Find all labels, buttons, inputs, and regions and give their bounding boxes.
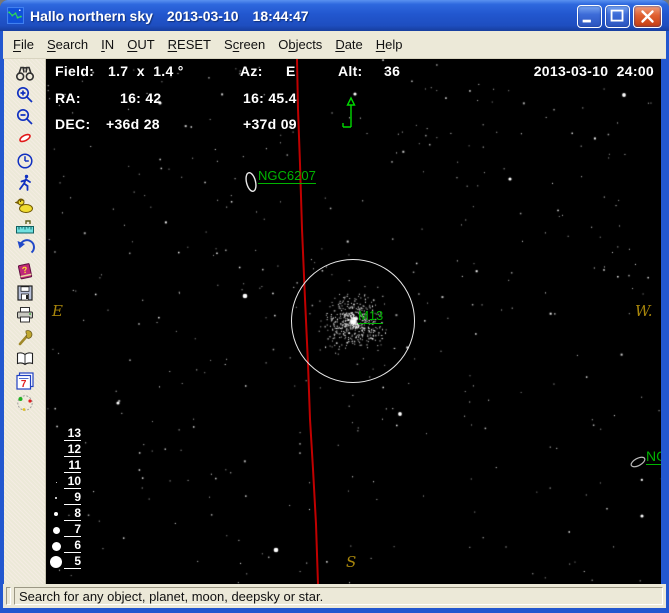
magnitude-dot xyxy=(48,556,64,568)
magnitude-value: 12 xyxy=(64,443,81,457)
zoom-in-icon xyxy=(16,86,33,103)
toolbar-button-save[interactable] xyxy=(11,282,39,304)
magnitude-value: 7 xyxy=(64,523,81,537)
magnitude-dot xyxy=(48,541,64,551)
dec-value-2: +37d 09 xyxy=(243,116,297,132)
red-ellipse-icon xyxy=(18,133,31,143)
field-value: 1.7 x 1.4 ° xyxy=(108,63,184,79)
window-title: Hallo northern sky 2013-03-10 18:44:47 xyxy=(30,7,309,24)
zoom-out-icon xyxy=(16,108,33,125)
maximize-button[interactable] xyxy=(605,5,630,28)
status-grip xyxy=(6,587,11,605)
clock-icon xyxy=(16,153,33,169)
magnitude-value: 8 xyxy=(64,507,81,521)
status-bar: Search for any object, planet, moon, dee… xyxy=(3,584,666,608)
object-label-ngc6207[interactable]: NGC6207 xyxy=(258,169,316,184)
magnitude-row-5: 5 xyxy=(48,554,81,570)
datetime-value: 2013-03-10 24:00 xyxy=(533,63,654,79)
magnitude-value: 6 xyxy=(64,539,81,553)
running-man-icon xyxy=(18,174,31,191)
magnitude-value: 5 xyxy=(64,555,81,569)
magnitude-scale: 13 12 11 10 9 8 7 6 5 xyxy=(48,426,81,570)
open-book-icon xyxy=(16,352,33,366)
toolbar-button-zoom-out[interactable] xyxy=(11,106,39,128)
field-label: Field: xyxy=(55,63,95,79)
toolbar: ? 7 xyxy=(4,59,46,584)
menu-reset[interactable]: RESET xyxy=(168,37,211,52)
svg-text:7: 7 xyxy=(20,379,26,390)
undo-icon xyxy=(17,239,35,254)
duck-icon xyxy=(14,198,33,213)
magnitude-dot xyxy=(48,512,64,516)
object-label-m13[interactable]: M13 xyxy=(358,309,384,324)
magnitude-row-12: 12 xyxy=(48,442,81,458)
status-message: Search for any object, planet, moon, dee… xyxy=(14,587,663,605)
close-button[interactable] xyxy=(633,5,662,28)
menu-in[interactable]: IN xyxy=(101,37,114,52)
magnitude-dot xyxy=(48,526,64,534)
calendar-icon: 7 xyxy=(15,372,34,390)
menu-out[interactable]: OUT xyxy=(127,37,154,52)
altitude-value: 36 xyxy=(384,63,401,79)
ra-label: RA: xyxy=(55,90,81,106)
toolbar-button-undo[interactable] xyxy=(11,238,39,260)
save-icon xyxy=(16,285,33,301)
magnitude-dot xyxy=(48,481,64,483)
magnitude-row-6: 6 xyxy=(48,538,81,554)
toolbar-button-clock[interactable] xyxy=(11,150,39,172)
window-buttons xyxy=(577,5,662,28)
menu-search[interactable]: Search xyxy=(47,37,88,52)
ra-value-1: 16: 42 xyxy=(120,90,162,106)
menu-help[interactable]: Help xyxy=(376,37,403,52)
status-text: Search for any object, planet, moon, dee… xyxy=(19,588,324,604)
menu-date[interactable]: Date xyxy=(335,37,362,52)
ra-value-2: 16: 45.4 xyxy=(243,90,297,106)
title-bar[interactable]: Hallo northern sky 2013-03-10 18:44:47 xyxy=(0,0,669,31)
magnitude-value: 13 xyxy=(64,427,81,441)
toolbar-button-duck[interactable] xyxy=(11,194,39,216)
app-window: Hallo northern sky 2013-03-10 18:44:47 Fil… xyxy=(0,0,669,613)
magnitude-dot xyxy=(48,497,64,499)
magnitude-row-9: 9 xyxy=(48,490,81,506)
object-label-ng-partial[interactable]: NG xyxy=(646,449,661,465)
toolbar-button-planet-orbit[interactable] xyxy=(11,392,39,414)
toolbar-button-zoom-in[interactable] xyxy=(11,84,39,106)
print-icon xyxy=(16,307,33,323)
wrench-icon xyxy=(18,330,32,346)
dec-value-1: +36d 28 xyxy=(106,116,160,132)
minimize-button[interactable] xyxy=(577,5,602,28)
menu-objects[interactable]: Objects xyxy=(278,37,322,52)
help-book-icon: ? xyxy=(17,263,32,280)
toolbar-button-help-book[interactable]: ? xyxy=(11,260,39,282)
altitude-label: Alt: xyxy=(338,63,363,79)
binoculars-icon xyxy=(15,66,34,81)
toolbar-button-running-man[interactable] xyxy=(11,172,39,194)
toolbar-button-calendar[interactable]: 7 xyxy=(11,370,39,392)
magnitude-row-8: 8 xyxy=(48,506,81,522)
azimuth-label: Az: xyxy=(240,63,263,79)
magnitude-value: 9 xyxy=(64,491,81,505)
menu-file[interactable]: File xyxy=(13,37,34,52)
app-icon xyxy=(7,7,24,24)
toolbar-button-wrench[interactable] xyxy=(11,326,39,348)
azimuth-value: E xyxy=(286,63,296,79)
toolbar-button-red-ellipse[interactable] xyxy=(11,128,39,150)
toolbar-button-open-book[interactable] xyxy=(11,348,39,370)
magnitude-row-10: 10 xyxy=(48,474,81,490)
magnitude-value: 10 xyxy=(64,475,81,489)
menu-bar: File Search IN OUT RESET Screen Objects Date Hel… xyxy=(3,31,666,59)
menu-screen[interactable]: Screen xyxy=(224,37,265,52)
magnitude-row-7: 7 xyxy=(48,522,81,538)
magnitude-row-11: 11 xyxy=(48,458,81,474)
magnitude-value: 11 xyxy=(64,459,81,473)
magnitude-row-13: 13 xyxy=(48,426,81,442)
toolbar-button-print[interactable] xyxy=(11,304,39,326)
dec-label: DEC: xyxy=(55,116,91,132)
sky-view: Field: 1.7 x 1.4 ° Az: E Alt: 36 2013-03… xyxy=(46,59,661,584)
ruler-icon xyxy=(15,220,34,234)
toolbar-button-ruler[interactable] xyxy=(11,216,39,238)
planet-orbit-icon xyxy=(16,395,33,411)
star-field[interactable] xyxy=(46,59,661,584)
toolbar-button-binoculars[interactable] xyxy=(11,62,39,84)
